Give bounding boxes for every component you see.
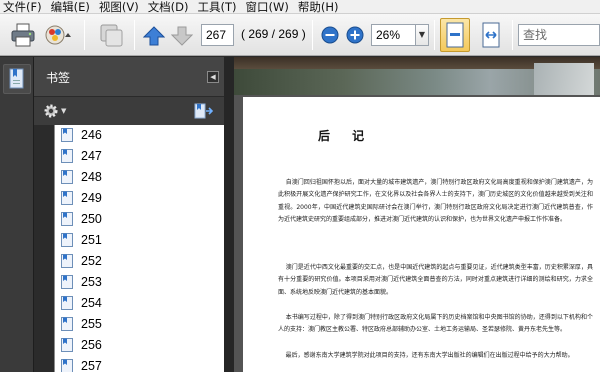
document-page: 后 记 自澳门回归祖国怀抱以后，面对大量的城市建筑遗产，澳门特别行政区政府文化局… bbox=[243, 97, 600, 372]
paragraph-1: 自澳门回归祖国怀抱以后，面对大量的城市建筑遗产，澳门特别行政区政府文化局高度重视… bbox=[278, 179, 593, 223]
bookmark-item[interactable]: 251 bbox=[61, 230, 102, 250]
menu-tools[interactable]: 工具(T) bbox=[195, 0, 243, 14]
page-count: ( 269 / 269 ) bbox=[241, 27, 306, 41]
bookmark-label: 255 bbox=[81, 317, 102, 331]
page-up-icon bbox=[143, 26, 165, 46]
bookmark-item[interactable]: 255 bbox=[61, 314, 102, 334]
bookmark-icon bbox=[61, 212, 73, 226]
search-input[interactable]: 查找 bbox=[518, 24, 600, 46]
hand-icon bbox=[100, 24, 123, 47]
zoom-in-button[interactable] bbox=[345, 25, 365, 45]
menu-window[interactable]: 窗口(W) bbox=[243, 0, 295, 14]
bookmark-item[interactable]: 252 bbox=[61, 251, 102, 271]
panel-title: 书签 bbox=[46, 71, 71, 85]
bookmark-options-button[interactable] bbox=[194, 103, 214, 123]
fit-page-button[interactable] bbox=[440, 18, 470, 52]
next-page-button[interactable] bbox=[170, 23, 194, 49]
bookmark-icon bbox=[61, 254, 73, 268]
previous-page-button[interactable] bbox=[142, 23, 166, 49]
menu-edit[interactable]: 编辑(E) bbox=[48, 0, 96, 14]
bookmark-item[interactable]: 248 bbox=[61, 167, 102, 187]
bookmark-item[interactable]: 256 bbox=[61, 335, 102, 355]
upload-icon bbox=[45, 25, 71, 45]
menu-file[interactable]: 文件(F) bbox=[0, 0, 48, 14]
navigation-pane-strip bbox=[0, 57, 34, 372]
collapse-panel-button[interactable]: ◀ bbox=[207, 71, 219, 83]
bookmark-item[interactable]: 247 bbox=[61, 146, 102, 166]
previous-page-photo bbox=[234, 57, 600, 95]
bookmark-item[interactable]: 249 bbox=[61, 188, 102, 208]
bookmark-icon bbox=[61, 149, 73, 163]
bookmark-item[interactable]: 253 bbox=[61, 272, 102, 292]
bookmark-icon bbox=[61, 317, 73, 331]
menu-bar: 文件(F) 编辑(E) 视图(V) 文档(D) 工具(T) 窗口(W) 帮助(H… bbox=[0, 0, 600, 14]
bookmark-icon bbox=[61, 338, 73, 352]
zoom-input[interactable]: 26% bbox=[371, 24, 416, 46]
menu-document[interactable]: 文档(D) bbox=[145, 0, 195, 14]
bookmark-item[interactable]: 246 bbox=[61, 125, 102, 145]
fit-width-icon bbox=[482, 22, 500, 48]
bookmark-label: 246 bbox=[81, 128, 102, 142]
menu-help[interactable]: 帮助(H) bbox=[295, 0, 345, 14]
fit-page-icon bbox=[446, 22, 464, 48]
bookmark-list: 246 247 248 249 250 251 252 253 254 255 256 257 bbox=[54, 125, 224, 372]
zoom-in-icon bbox=[346, 26, 364, 44]
panel-splitter[interactable] bbox=[224, 57, 234, 372]
bookmark-item[interactable]: 254 bbox=[61, 293, 102, 313]
gear-icon bbox=[44, 104, 58, 118]
zoom-out-icon bbox=[321, 26, 339, 44]
bookmarks-panel-header: 书签 ◀ bbox=[34, 57, 224, 97]
bookmark-icon bbox=[61, 359, 73, 372]
bookmark-label: 250 bbox=[81, 212, 102, 226]
bookmarks-panel-toolbar: ▼ bbox=[34, 97, 224, 125]
paragraph-3: 本书编写过程中，除了得到澳门特别行政区政府文化局属下的历史档案馆和中央图书馆的协… bbox=[278, 314, 593, 334]
bookmarks-tab[interactable] bbox=[3, 64, 31, 94]
chevron-down-icon: ▼ bbox=[61, 107, 67, 115]
bookmark-label: 247 bbox=[81, 149, 102, 163]
toolbar: 267 ( 269 / 269 ) 26% ▼ 查找 bbox=[0, 14, 600, 56]
bookmark-icon bbox=[61, 296, 73, 310]
paragraph-2: 澳门是近代中西文化最重要的交汇点，也是中国近代建筑的起点与重要见证，近代建筑类型… bbox=[278, 264, 593, 296]
bookmark-icon bbox=[61, 233, 73, 247]
paragraph-4: 最后，感谢东南大学建筑学院对此项目的支持，还有东南大学出版社的编辑们在出版过程中… bbox=[278, 352, 574, 359]
fit-width-button[interactable] bbox=[476, 18, 506, 52]
page-heading: 后 记 bbox=[318, 129, 374, 143]
bookmark-label: 257 bbox=[81, 359, 102, 372]
page-number-input[interactable]: 267 bbox=[201, 24, 234, 46]
zoom-out-button[interactable] bbox=[320, 25, 340, 45]
bookmark-icon bbox=[61, 128, 73, 142]
bookmark-icon bbox=[61, 275, 73, 289]
document-viewport[interactable]: 后 记 自澳门回归祖国怀抱以后，面对大量的城市建筑遗产，澳门特别行政区政府文化局… bbox=[234, 57, 600, 372]
bookmark-icon bbox=[61, 191, 73, 205]
bookmark-item[interactable]: 250 bbox=[61, 209, 102, 229]
hand-tool-button[interactable] bbox=[96, 21, 126, 49]
bookmark-label: 248 bbox=[81, 170, 102, 184]
bookmark-item[interactable]: 257 bbox=[61, 356, 102, 372]
bookmark-icon bbox=[61, 170, 73, 184]
menu-view[interactable]: 视图(V) bbox=[96, 0, 145, 14]
print-button[interactable] bbox=[8, 21, 38, 49]
create-share-button[interactable] bbox=[42, 21, 76, 49]
page-down-icon bbox=[171, 26, 193, 46]
bookmarks-icon bbox=[9, 68, 24, 89]
bookmark-label: 252 bbox=[81, 254, 102, 268]
print-icon bbox=[11, 23, 35, 47]
bookmark-label: 256 bbox=[81, 338, 102, 352]
options-menu-button[interactable] bbox=[43, 103, 59, 123]
bookmark-label: 254 bbox=[81, 296, 102, 310]
bookmark-label: 253 bbox=[81, 275, 102, 289]
bookmark-label: 251 bbox=[81, 233, 102, 247]
bookmark-options-icon bbox=[194, 103, 214, 119]
bookmark-label: 249 bbox=[81, 191, 102, 205]
zoom-dropdown[interactable]: ▼ bbox=[416, 24, 429, 46]
